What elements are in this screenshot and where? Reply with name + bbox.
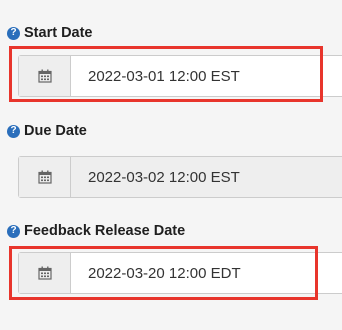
question-circle-icon[interactable]: ? [7, 26, 20, 40]
due-date-label: ? Due Date [7, 121, 87, 141]
question-circle-icon[interactable]: ? [7, 124, 20, 138]
feedback-release-date-label-text: Feedback Release Date [24, 223, 186, 239]
due-date-label-text: Due Date [24, 123, 87, 139]
feedback-release-date-input[interactable]: 2022-03-20 12:00 EDT [18, 252, 342, 294]
start-date-value[interactable]: 2022-03-01 12:00 EST [71, 56, 240, 96]
due-date-input: 2022-03-02 12:00 EST [18, 156, 342, 198]
start-date-input[interactable]: 2022-03-01 12:00 EST [18, 55, 342, 97]
start-date-label: ? Start Date [7, 23, 93, 43]
calendar-icon [19, 157, 71, 197]
calendar-icon[interactable] [19, 56, 71, 96]
feedback-release-date-label: ? Feedback Release Date [7, 221, 185, 241]
due-date-value: 2022-03-02 12:00 EST [88, 168, 240, 186]
start-date-label-text: Start Date [24, 25, 93, 41]
question-circle-icon[interactable]: ? [7, 224, 20, 238]
feedback-release-date-value[interactable]: 2022-03-20 12:00 EDT [71, 253, 241, 293]
calendar-icon[interactable] [19, 253, 71, 293]
